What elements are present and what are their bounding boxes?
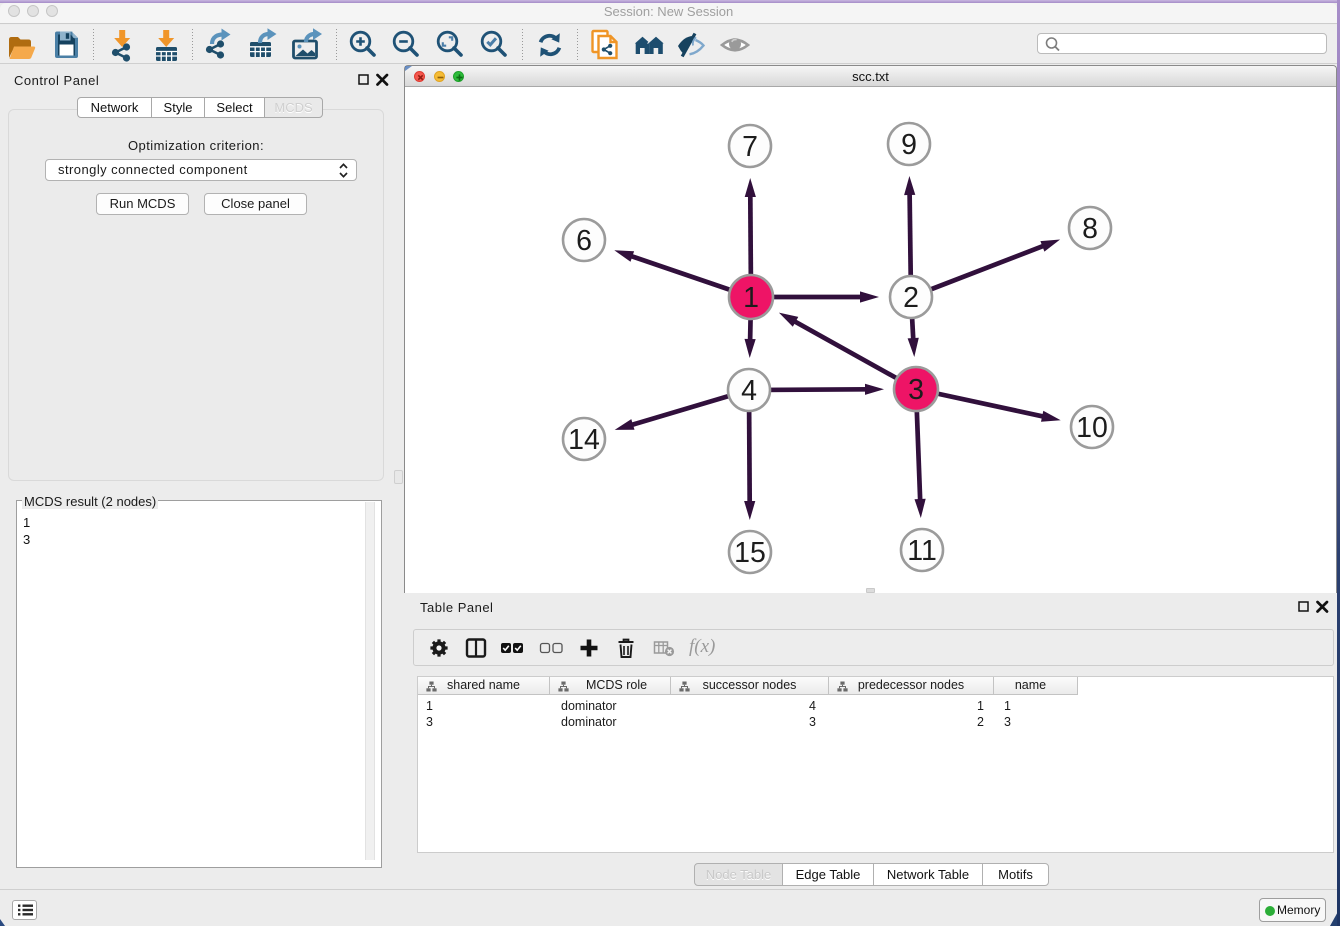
svg-text:11: 11 bbox=[907, 535, 937, 567]
svg-text:3: 3 bbox=[908, 374, 924, 406]
svg-text:7: 7 bbox=[742, 131, 758, 163]
svg-text:6: 6 bbox=[576, 225, 592, 257]
svg-text:4: 4 bbox=[741, 375, 757, 407]
svg-text:9: 9 bbox=[901, 129, 917, 161]
svg-text:14: 14 bbox=[568, 424, 600, 456]
svg-text:8: 8 bbox=[1082, 213, 1098, 245]
svg-text:15: 15 bbox=[734, 537, 766, 569]
svg-text:2: 2 bbox=[903, 282, 919, 314]
svg-text:10: 10 bbox=[1076, 412, 1108, 444]
svg-text:1: 1 bbox=[743, 282, 759, 314]
